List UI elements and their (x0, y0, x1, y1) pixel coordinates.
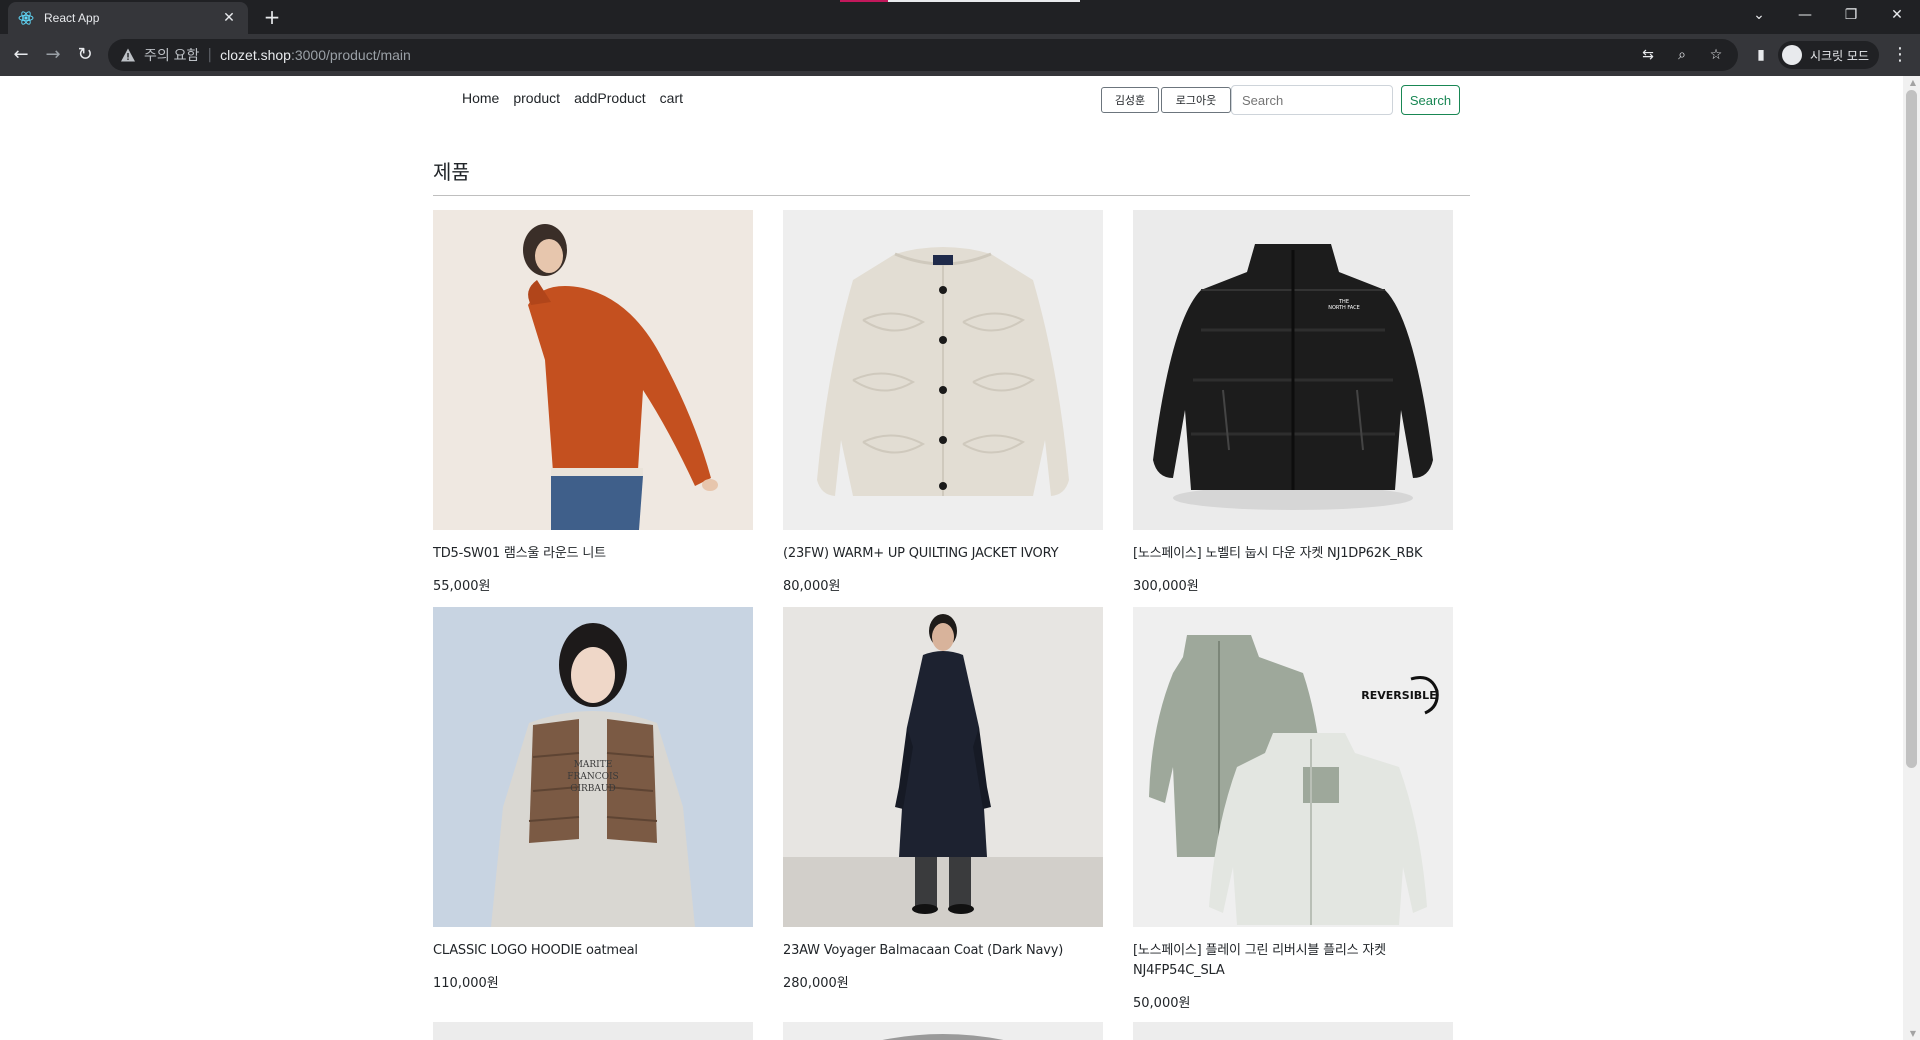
close-window-icon[interactable]: ✕ (1874, 7, 1920, 23)
product-name[interactable]: [노스페이스] 플레이 그린 리버시블 플리스 자켓 NJ4FP54C_SLA (1133, 941, 1453, 981)
incognito-indicator[interactable]: 시크릿 모드 (1778, 41, 1880, 69)
product-price: 110,000원 (433, 976, 499, 991)
scroll-up-icon[interactable]: ▲ (1910, 78, 1916, 87)
product-card[interactable]: (23FW) WARM+ UP QUILTING JACKET IVORY 80… (783, 210, 1103, 594)
product-image[interactable] (1133, 1022, 1453, 1040)
user-name-button[interactable]: 김성훈 (1101, 87, 1159, 113)
url-host: clozet.shop (220, 47, 291, 63)
warning-icon[interactable] (120, 47, 136, 63)
translate-icon[interactable]: ⇆ (1638, 45, 1658, 65)
separator: | (207, 47, 213, 63)
side-panel-icon[interactable]: ▮ (1750, 44, 1772, 66)
product-image[interactable] (433, 210, 753, 530)
product-price: 50,000원 (1133, 996, 1191, 1011)
product-card[interactable] (433, 1022, 753, 1040)
omnibox-icons: ⇆ ⌕ ☆ (1638, 45, 1726, 65)
search-input[interactable] (1231, 85, 1393, 115)
browser-tab-bar: React App ✕ + ⌄ — ❐ ✕ (0, 0, 1920, 34)
svg-text:FRANCOIS: FRANCOIS (567, 772, 618, 782)
product-price: 300,000원 (1133, 579, 1199, 594)
reversible-badge-text: REVERSIBLE (1361, 689, 1436, 702)
close-tab-icon[interactable]: ✕ (220, 10, 238, 26)
product-image[interactable] (433, 1022, 753, 1040)
loading-bar-accent (840, 0, 888, 2)
new-tab-icon[interactable]: + (258, 4, 286, 30)
product-name[interactable]: 23AW Voyager Balmacaan Coat (Dark Navy) (783, 941, 1103, 961)
minimize-icon[interactable]: — (1782, 7, 1828, 23)
product-card[interactable]: MARITE FRANCOIS GIRBAUD CLASSIC LOGO HOO… (433, 607, 753, 991)
reload-icon[interactable]: ↻ (73, 43, 97, 67)
svg-text:GIRBAUD: GIRBAUD (570, 784, 615, 794)
page-scrollbar[interactable]: ▲ ▼ (1903, 76, 1920, 1040)
address-bar[interactable]: 주의 요함 | clozet.shop :3000/product/main ⇆… (108, 39, 1738, 71)
title-divider (433, 195, 1470, 196)
tab-title: React App (44, 11, 100, 25)
browser-tab[interactable]: React App ✕ (8, 2, 248, 34)
react-icon (18, 11, 34, 25)
incognito-label: 시크릿 모드 (1810, 48, 1870, 63)
product-name[interactable]: [노스페이스] 노벨티 눕시 다운 자켓 NJ1DP62K_RBK (1133, 544, 1453, 564)
product-name[interactable]: (23FW) WARM+ UP QUILTING JACKET IVORY (783, 544, 1103, 564)
scroll-down-icon[interactable]: ▼ (1910, 1029, 1916, 1038)
product-image[interactable] (783, 1022, 1103, 1040)
product-card[interactable]: TD5-SW01 램스울 라운드 니트 55,000원 (433, 210, 753, 594)
product-image[interactable]: REVERSIBLE (1133, 607, 1453, 927)
search-button[interactable]: Search (1401, 85, 1460, 115)
product-card[interactable] (783, 1022, 1103, 1040)
product-card[interactable] (1133, 1022, 1453, 1040)
product-price: 80,000원 (783, 579, 841, 594)
nav-link-cart[interactable]: cart (660, 90, 683, 106)
nav-links: Home product addProduct cart (462, 90, 683, 106)
svg-text:MARITE: MARITE (574, 760, 613, 770)
security-warning-text: 주의 요함 (144, 47, 200, 63)
page-title: 제품 (433, 160, 470, 184)
page-viewport: Home product addProduct cart 김성훈 로그아웃 Se… (0, 76, 1920, 1040)
product-image[interactable]: THE NORTH FACE (1133, 210, 1453, 530)
url-path: :3000/product/main (290, 47, 411, 63)
back-icon[interactable]: ← (9, 43, 33, 67)
forward-icon[interactable]: → (41, 43, 65, 67)
browser-toolbar: ← → ↻ 주의 요함 | clozet.shop :3000/product/… (0, 34, 1920, 76)
bookmark-star-icon[interactable]: ☆ (1706, 45, 1726, 65)
product-price: 280,000원 (783, 976, 849, 991)
incognito-icon (1782, 45, 1802, 65)
nav-right-controls: 김성훈 로그아웃 Search (1101, 85, 1460, 115)
nav-link-home[interactable]: Home (462, 90, 499, 106)
product-card[interactable]: THE NORTH FACE [노스페이스] 노벨티 눕시 다운 자켓 NJ1D… (1133, 210, 1453, 594)
product-name[interactable]: TD5-SW01 램스울 라운드 니트 (433, 544, 753, 564)
scrollbar-thumb[interactable] (1906, 90, 1917, 768)
nav-link-product[interactable]: product (513, 90, 560, 106)
nav-link-add-product[interactable]: addProduct (574, 90, 646, 106)
tab-search-icon[interactable]: ⌄ (1736, 7, 1782, 23)
svg-text:NORTH FACE: NORTH FACE (1328, 305, 1360, 311)
zoom-icon[interactable]: ⌕ (1672, 45, 1692, 65)
restore-icon[interactable]: ❐ (1828, 7, 1874, 23)
product-image[interactable]: MARITE FRANCOIS GIRBAUD (433, 607, 753, 927)
product-price: 55,000원 (433, 579, 491, 594)
product-card[interactable]: 23AW Voyager Balmacaan Coat (Dark Navy) … (783, 607, 1103, 991)
browser-menu-icon[interactable]: ⋮ (1890, 43, 1910, 67)
site-navbar: Home product addProduct cart 김성훈 로그아웃 Se… (0, 76, 1903, 124)
product-image[interactable] (783, 210, 1103, 530)
product-card[interactable]: REVERSIBLE [노스페이스] 플레이 그린 리버시블 플리스 자켓 NJ… (1133, 607, 1453, 1011)
window-controls: ⌄ — ❐ ✕ (1736, 0, 1920, 30)
product-name[interactable]: CLASSIC LOGO HOODIE oatmeal (433, 941, 753, 961)
product-image[interactable] (783, 607, 1103, 927)
logout-button[interactable]: 로그아웃 (1161, 87, 1231, 113)
